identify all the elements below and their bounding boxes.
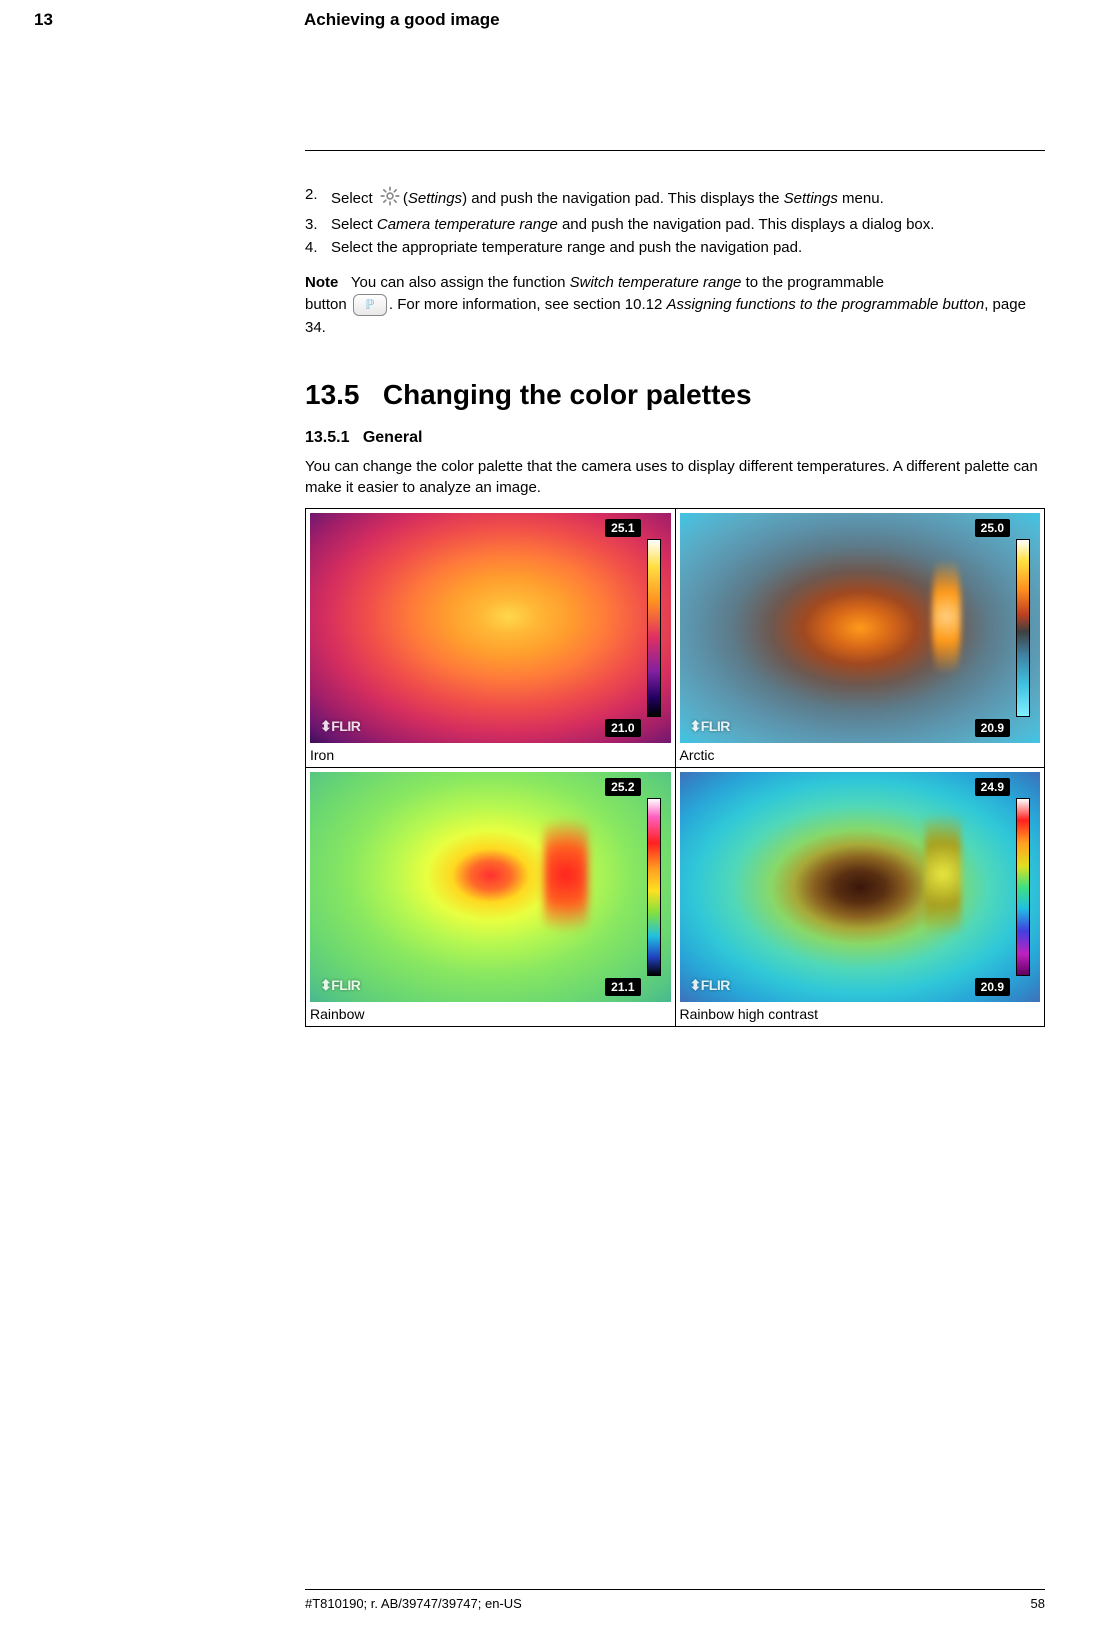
color-scale-bar	[647, 539, 661, 717]
step-4: 4. Select the appropriate temperature ra…	[305, 238, 1045, 258]
color-scale-bar	[647, 798, 661, 976]
temp-min: 21.0	[605, 719, 640, 737]
text: Settings	[784, 190, 838, 207]
temp-max: 25.2	[605, 778, 640, 796]
color-scale-bar	[1016, 798, 1030, 976]
step-number: 4.	[305, 238, 331, 258]
step-number: 2.	[305, 185, 331, 213]
text: Assigning functions to the programmable …	[667, 296, 985, 313]
palette-cell-iron: 25.1 21.0 ⬍FLIR Iron	[306, 508, 676, 767]
note-label: Note	[305, 274, 338, 291]
text: Switch temperature range	[570, 274, 742, 291]
flir-logo: ⬍FLIR	[690, 977, 730, 994]
section-number: 13.5	[305, 379, 360, 410]
text: button	[305, 296, 351, 313]
palette-table: 25.1 21.0 ⬍FLIR Iron 25.0 20.9 ⬍FLIR Arc…	[305, 508, 1045, 1027]
palette-caption: Iron	[310, 743, 671, 763]
step-3: 3. Select Camera temperature range and p…	[305, 215, 1045, 235]
note-block: Note You can also assign the function Sw…	[305, 272, 1045, 340]
section-heading: 13.5 Changing the color palettes	[305, 379, 1045, 411]
subsection-heading: 13.5.1 General	[305, 429, 1045, 447]
step-text: Select Camera temperature range and push…	[331, 215, 1045, 235]
flir-logo: ⬍FLIR	[320, 977, 360, 994]
text: . For more information, see section 10.1…	[389, 296, 667, 313]
text: You can also assign the function	[351, 274, 570, 291]
step-text: Select the appropriate temperature range…	[331, 238, 1045, 258]
text: to the programmable	[741, 274, 884, 291]
doc-id: #T810190; r. AB/39747/39747; en-US	[305, 1596, 522, 1611]
color-scale-bar	[1016, 539, 1030, 717]
section-title: Changing the color palettes	[383, 379, 752, 410]
page-number: 58	[1031, 1596, 1045, 1611]
thermal-image-arctic: 25.0 20.9 ⬍FLIR	[680, 513, 1041, 743]
text: and push the navigation pad. This displa…	[558, 216, 935, 233]
top-rule	[305, 150, 1045, 151]
thermal-image-rainbow-hc: 24.9 20.9 ⬍FLIR	[680, 772, 1041, 1002]
palette-caption: Arctic	[680, 743, 1041, 763]
subsection-title: General	[363, 429, 423, 446]
step-2: 2. Select (Settings) and push the naviga…	[305, 185, 1045, 213]
temp-min: 21.1	[605, 978, 640, 996]
text: menu.	[838, 190, 884, 207]
temp-max: 24.9	[975, 778, 1010, 796]
step-text: Select (Settings) and push the navigatio…	[331, 185, 1045, 213]
temp-max: 25.1	[605, 519, 640, 537]
section-paragraph: You can change the color palette that th…	[305, 457, 1045, 498]
palette-caption: Rainbow high contrast	[680, 1002, 1041, 1022]
thermal-image-iron: 25.1 21.0 ⬍FLIR	[310, 513, 671, 743]
chapter-title: Achieving a good image	[304, 10, 500, 30]
text: Select	[331, 216, 377, 233]
text: and push the navigation pad. This displa…	[467, 190, 784, 207]
flir-logo: ⬍FLIR	[320, 718, 360, 735]
text: Camera temperature range	[377, 216, 558, 233]
palette-cell-rainbow-hc: 24.9 20.9 ⬍FLIR Rainbow high contrast	[675, 767, 1045, 1026]
p-button-icon: ℙ	[353, 294, 387, 316]
text: Select	[331, 190, 377, 207]
subsection-number: 13.5.1	[305, 429, 349, 446]
temp-max: 25.0	[975, 519, 1010, 537]
temp-min: 20.9	[975, 719, 1010, 737]
temp-min: 20.9	[975, 978, 1010, 996]
flir-logo: ⬍FLIR	[690, 718, 730, 735]
gear-icon	[379, 185, 401, 213]
palette-cell-rainbow: 25.2 21.1 ⬍FLIR Rainbow	[306, 767, 676, 1026]
page-footer: #T810190; r. AB/39747/39747; en-US 58	[305, 1589, 1045, 1611]
palette-cell-arctic: 25.0 20.9 ⬍FLIR Arctic	[675, 508, 1045, 767]
settings-label: Settings	[408, 190, 462, 207]
palette-caption: Rainbow	[310, 1002, 671, 1022]
thermal-image-rainbow: 25.2 21.1 ⬍FLIR	[310, 772, 671, 1002]
step-number: 3.	[305, 215, 331, 235]
chapter-number: 13	[34, 10, 304, 30]
